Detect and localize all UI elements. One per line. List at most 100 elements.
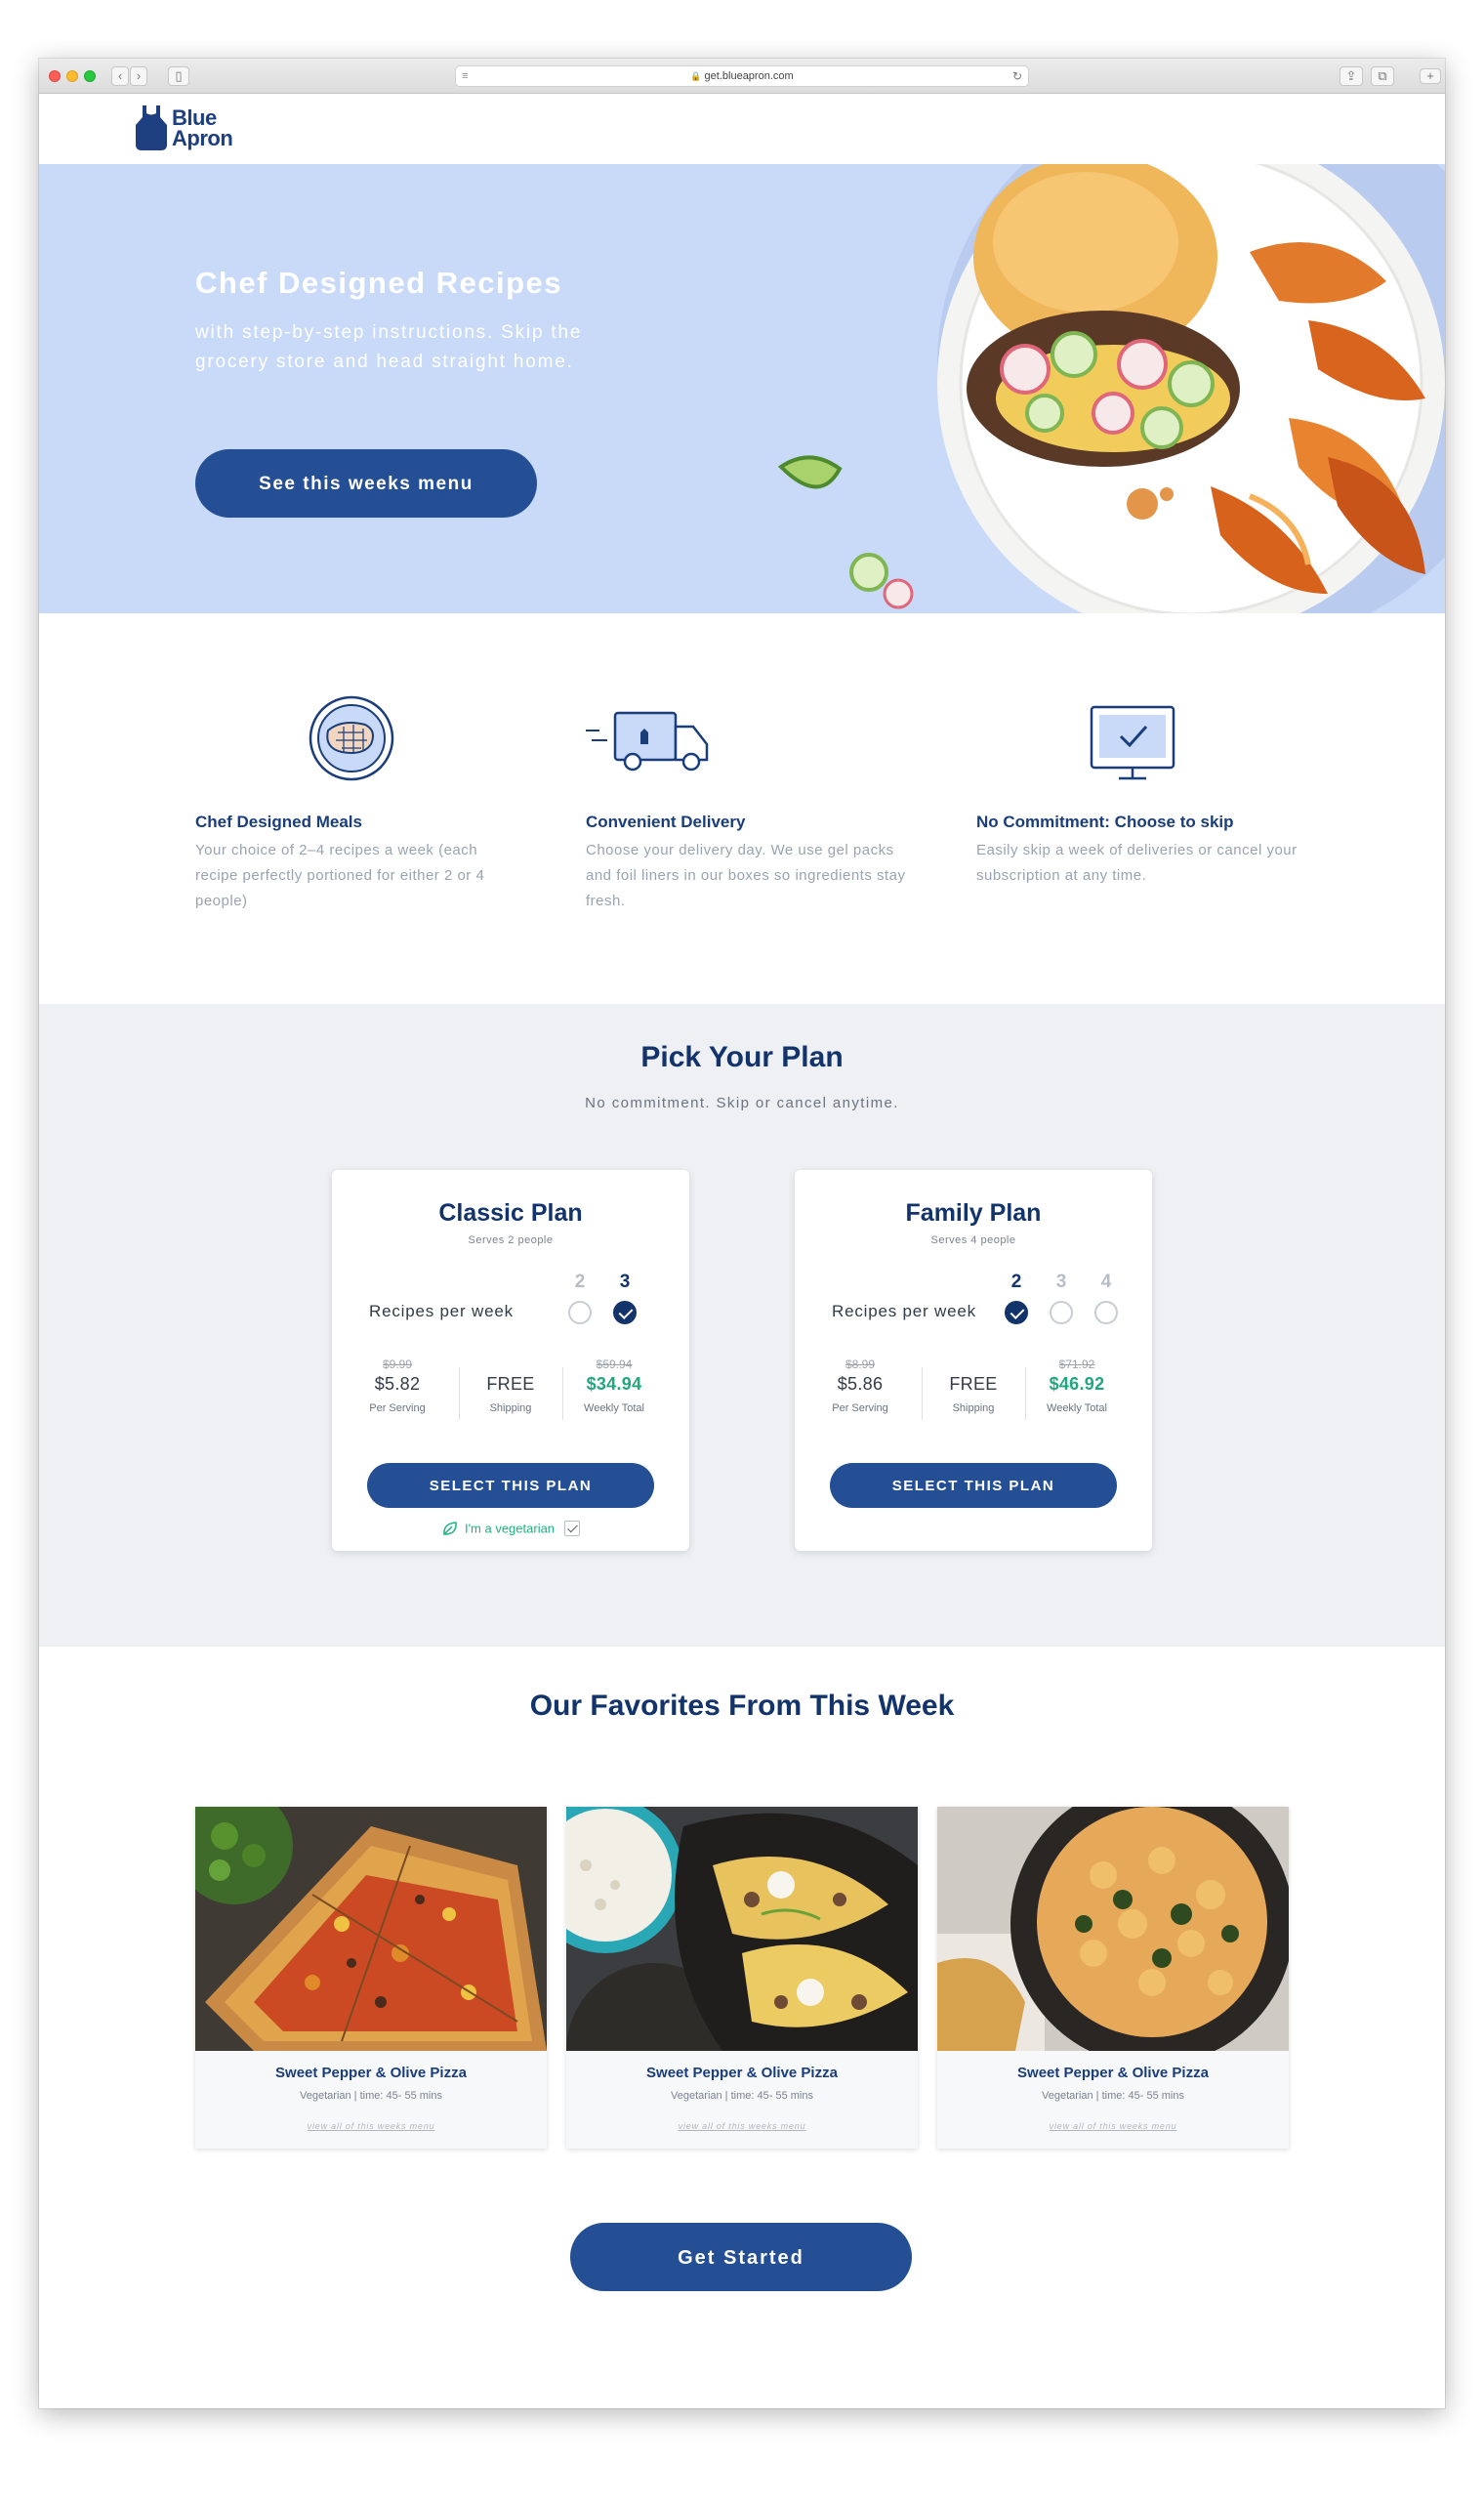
recipe-card[interactable]: Sweet Pepper & Olive Pizza Vegetarian | …	[937, 1807, 1289, 2149]
recipes-option-2[interactable]: 2	[1004, 1272, 1029, 1324]
old-price: $71.92	[1058, 1357, 1095, 1371]
price-value: $46.92	[1049, 1374, 1105, 1394]
see-menu-button[interactable]: See this weeks menu	[195, 449, 537, 518]
radio-button-checked-icon[interactable]	[613, 1301, 637, 1324]
get-started-button[interactable]: Get Started	[570, 2223, 912, 2291]
option-number: 4	[1100, 1272, 1112, 1292]
pick-plan-section: Pick Your Plan No commitment. Skip or ca…	[39, 1004, 1445, 1647]
recipe-meta: Vegetarian | time: 45- 55 mins	[1042, 2090, 1184, 2102]
recipes-option-3[interactable]: 3	[1049, 1272, 1074, 1324]
vegetarian-label: I'm a vegetarian	[464, 1521, 556, 1536]
recipes-per-week-label: Recipes per week	[369, 1302, 514, 1320]
pasta-photo	[937, 1807, 1289, 2051]
tacos-photo	[566, 1807, 918, 2051]
logo-line-1: Blue	[172, 105, 217, 130]
favorites-section: Our Favorites From This Week Sweet Peppe…	[39, 1647, 1445, 2408]
view-menu-link[interactable]: view all of this weeks menu	[566, 2121, 918, 2131]
view-menu-link[interactable]: view all of this weeks menu	[937, 2121, 1289, 2131]
recipe-card[interactable]: Sweet Pepper & Olive Pizza Vegetarian | …	[195, 1807, 547, 2149]
price-label: Per Serving	[369, 1402, 426, 1414]
plan-serves: Serves 4 people	[930, 1234, 1016, 1246]
recipes-per-week-label: Recipes per week	[832, 1302, 976, 1320]
recipe-card[interactable]: Sweet Pepper & Olive Pizza Vegetarian | …	[566, 1807, 918, 2149]
plan-serves: Serves 2 people	[468, 1234, 554, 1246]
radio-button[interactable]	[1050, 1301, 1073, 1324]
feature-text: Easily skip a week of deliveries or canc…	[976, 842, 1298, 884]
back-icon[interactable]: ‹	[111, 66, 129, 86]
browser-toolbar: ‹ › ▯ ≡ 🔒 get.blueapron.com ↻ ⇪ ⧉ +	[39, 59, 1445, 94]
plans-title: Pick Your Plan	[640, 1041, 844, 1073]
tabs-icon[interactable]: ⧉	[1371, 66, 1394, 86]
new-tab-icon[interactable]: +	[1420, 68, 1441, 84]
zoom-window-button[interactable]	[84, 70, 96, 82]
plan-card-family: Family Plan Serves 4 people Recipes per …	[795, 1170, 1152, 1551]
per-serving-price: $9.99 $5.82 Per Serving	[346, 1357, 449, 1414]
weekly-total-price: $59.94 $34.94 Weekly Total	[562, 1357, 666, 1414]
monitor-check-icon	[1090, 705, 1175, 780]
recipes-option-4[interactable]: 4	[1093, 1272, 1119, 1324]
old-price: $8.99	[845, 1357, 876, 1371]
leaf-icon	[443, 1522, 457, 1535]
price-label: Shipping	[952, 1402, 995, 1414]
browser-window: ‹ › ▯ ≡ 🔒 get.blueapron.com ↻ ⇪ ⧉ + Blue …	[39, 59, 1445, 2408]
forward-icon[interactable]: ›	[130, 66, 147, 86]
price-value: FREE	[486, 1374, 535, 1394]
hero-subtitle: with step-by-step instructions. Skip the…	[195, 322, 583, 372]
option-number: 2	[574, 1272, 586, 1292]
feature-text: Your choice of 2–4 recipes a week (each …	[195, 842, 485, 909]
steak-plate-icon	[309, 695, 394, 781]
radio-button[interactable]	[568, 1301, 592, 1324]
plans-subtitle: No commitment. Skip or cancel anytime.	[585, 1095, 899, 1111]
feature-title: Convenient Delivery	[586, 813, 746, 831]
shipping-price: FREE Shipping	[922, 1357, 1025, 1414]
features-section: Chef Designed Meals Your choice of 2–4 r…	[39, 613, 1445, 1004]
vegetarian-toggle[interactable]: I'm a vegetarian	[332, 1520, 689, 1537]
recipe-name: Sweet Pepper & Olive Pizza	[1017, 2065, 1209, 2081]
site-header: Blue Apron	[39, 94, 1445, 164]
price-label: Weekly Total	[1047, 1402, 1107, 1414]
plan-name: Classic Plan	[438, 1199, 583, 1227]
shipping-price: FREE Shipping	[459, 1357, 562, 1414]
reader-icon[interactable]: ≡	[462, 66, 468, 86]
radio-button[interactable]	[1094, 1301, 1118, 1324]
price-value: FREE	[949, 1374, 998, 1394]
option-number: 3	[1055, 1272, 1067, 1292]
old-price: $59.94	[596, 1357, 633, 1371]
burger-plate-image	[777, 164, 1445, 613]
price-label: Per Serving	[832, 1402, 888, 1414]
apron-logo-icon	[136, 105, 167, 150]
plan-card-classic: Classic Plan Serves 2 people Recipes per…	[332, 1170, 689, 1551]
recipes-option-2[interactable]: 2	[567, 1272, 593, 1324]
close-window-button[interactable]	[49, 70, 61, 82]
url-text: get.blueapron.com	[704, 70, 794, 82]
feature-title: No Commitment: Choose to skip	[976, 813, 1234, 831]
price-value: $5.82	[374, 1374, 421, 1394]
minimize-window-button[interactable]	[66, 70, 78, 82]
feature-text: Choose your delivery day. We use gel pac…	[586, 842, 906, 909]
price-value: $5.86	[837, 1374, 884, 1394]
share-icon[interactable]: ⇪	[1340, 66, 1363, 86]
hero-title: Chef Designed Recipes	[195, 266, 563, 300]
plan-name: Family Plan	[905, 1199, 1042, 1227]
option-number: 3	[619, 1272, 631, 1292]
price-value: $34.94	[586, 1374, 642, 1394]
recipe-name: Sweet Pepper & Olive Pizza	[646, 2065, 838, 2081]
per-serving-price: $8.99 $5.86 Per Serving	[808, 1357, 912, 1414]
logo[interactable]: Blue Apron	[135, 104, 233, 152]
radio-button-checked-icon[interactable]	[1005, 1301, 1028, 1324]
hero-banner: Chef Designed Recipes with step-by-step …	[39, 164, 1445, 613]
feature-title: Chef Designed Meals	[195, 813, 362, 831]
favorites-title: Our Favorites From This Week	[529, 1690, 955, 1722]
reload-icon[interactable]: ↻	[1012, 66, 1022, 86]
price-label: Shipping	[489, 1402, 532, 1414]
address-bar[interactable]: ≡ 🔒 get.blueapron.com ↻	[455, 65, 1029, 87]
option-number: 2	[1010, 1272, 1022, 1292]
vegetarian-checkbox[interactable]	[564, 1521, 581, 1536]
lock-icon: 🔒	[690, 71, 702, 81]
view-menu-link[interactable]: view all of this weeks menu	[195, 2121, 547, 2131]
recipes-option-3[interactable]: 3	[612, 1272, 638, 1324]
old-price: $9.99	[382, 1357, 413, 1371]
sidebar-toggle-icon[interactable]: ▯	[168, 66, 189, 86]
select-plan-button[interactable]: SELECT THIS PLAN	[367, 1463, 654, 1508]
select-plan-button[interactable]: SELECT THIS PLAN	[830, 1463, 1117, 1508]
